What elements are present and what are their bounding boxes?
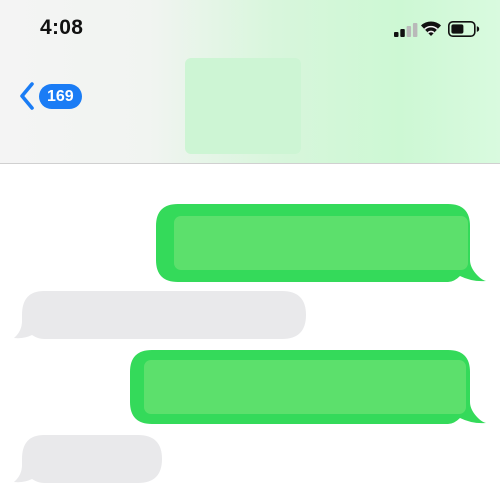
battery-icon: [448, 21, 480, 37]
status-time: 4:08: [40, 16, 84, 39]
contact-avatar[interactable]: [185, 58, 301, 154]
cellular-signal-icon: [394, 23, 418, 37]
conversation-header: 4:08 169: [0, 0, 500, 164]
wifi-icon: [421, 21, 441, 36]
received-message-bubble[interactable]: [14, 291, 306, 339]
chevron-left-icon: [20, 82, 34, 110]
back-button[interactable]: 169: [18, 80, 82, 112]
sent-message-bubble[interactable]: [130, 350, 486, 424]
unread-count-badge: 169: [39, 83, 82, 109]
sent-message-bubble[interactable]: [156, 204, 486, 282]
received-message-bubble[interactable]: [14, 435, 162, 483]
